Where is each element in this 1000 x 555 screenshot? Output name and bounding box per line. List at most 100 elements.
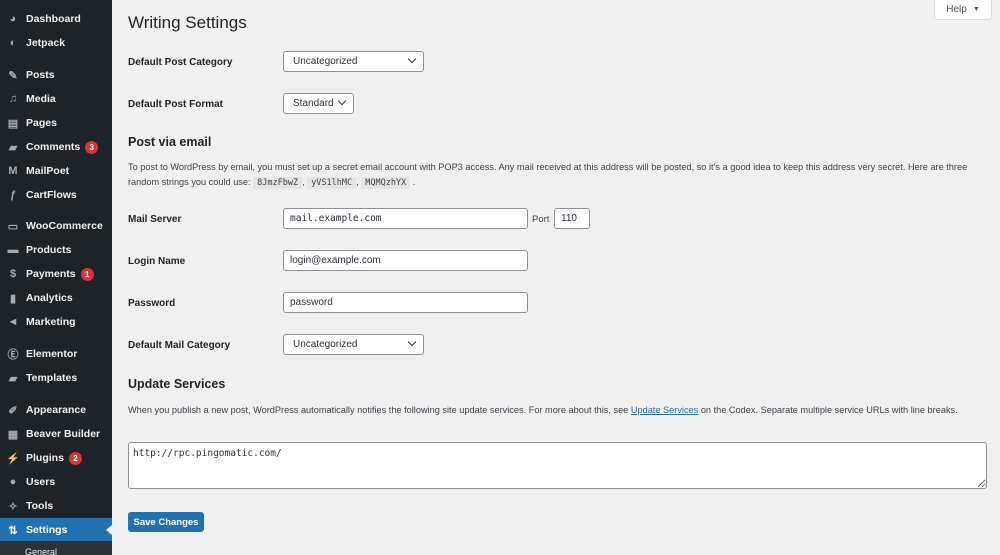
sidebar-item-marketing[interactable]: ◄ Marketing: [0, 310, 112, 334]
update-services-description: When you publish a new post, WordPress a…: [128, 403, 990, 418]
random-string: 8JmzFbwZ: [253, 177, 303, 189]
sidebar-item-label: Plugins: [26, 452, 64, 464]
update-services-textarea[interactable]: http://rpc.pingomatic.com/: [128, 442, 987, 489]
comment-icon: ▰: [8, 141, 18, 154]
sidebar-item-woocommerce[interactable]: ▭ WooCommerce: [0, 214, 112, 238]
password-input[interactable]: password: [283, 292, 528, 313]
default-mail-category-label: Default Mail Category: [128, 340, 231, 351]
random-string: yVS1lhMC: [307, 177, 357, 189]
sidebar-item-plugins[interactable]: ⚡ Plugins 2: [0, 446, 112, 470]
help-label: Help: [946, 4, 967, 15]
submenu-item-general[interactable]: General: [0, 541, 112, 555]
sidebar-item-label: Products: [26, 244, 72, 256]
sidebar-item-jetpack[interactable]: ◐ Jetpack: [0, 31, 112, 55]
chevron-down-icon: [407, 337, 417, 347]
save-changes-button[interactable]: Save Changes: [128, 512, 204, 532]
cartflows-icon: ƒ: [9, 189, 17, 201]
sidebar-item-label: Tools: [26, 500, 54, 512]
count-badge: 2: [68, 451, 82, 465]
media-icon: ♫: [8, 93, 18, 105]
sidebar-item-tools[interactable]: ✧ Tools: [0, 494, 112, 518]
sidebar-item-label: Analytics: [26, 292, 73, 304]
sidebar-item-analytics[interactable]: ▮ Analytics: [0, 286, 112, 310]
products-icon: ▬: [7, 244, 19, 256]
woocommerce-icon: ▭: [7, 220, 19, 233]
help-button[interactable]: Help ▼: [934, 0, 992, 20]
bar-chart-icon: ▮: [9, 292, 17, 305]
sidebar-item-label: MailPoet: [26, 165, 70, 177]
post-via-email-heading: Post via email: [128, 135, 212, 149]
sidebar-item-elementor[interactable]: Ⓔ Elementor: [0, 342, 112, 366]
sidebar-item-label: Templates: [26, 372, 78, 384]
sidebar-item-comments[interactable]: ▰ Comments 3: [0, 135, 112, 159]
default-mail-category-select[interactable]: Uncategorized: [283, 334, 424, 355]
default-post-category-value: Uncategorized: [293, 56, 358, 67]
sidebar-item-label: Settings: [26, 524, 68, 536]
default-mail-category-value: Uncategorized: [293, 339, 358, 350]
sidebar-item-payments[interactable]: $ Payments 1: [0, 262, 112, 286]
payments-icon: $: [9, 268, 17, 280]
default-post-format-select[interactable]: Standard: [283, 93, 354, 114]
plug-icon: ⚡: [6, 452, 20, 465]
sidebar-item-label: Beaver Builder: [26, 428, 101, 440]
chevron-down-icon: [407, 54, 417, 64]
sidebar-item-users[interactable]: ● Users: [0, 470, 112, 494]
sidebar-item-label: CartFlows: [26, 189, 77, 201]
sidebar-item-products[interactable]: ▬ Products: [0, 238, 112, 262]
sidebar-item-cartflows[interactable]: ƒ CartFlows: [0, 183, 112, 207]
sidebar-item-posts[interactable]: ✎ Posts: [0, 63, 112, 87]
default-post-category-label: Default Post Category: [128, 57, 233, 68]
sidebar-item-label: Payments: [26, 268, 76, 280]
chevron-down-icon: [337, 96, 347, 106]
sidebar-item-label: Elementor: [26, 348, 78, 360]
port-input[interactable]: 110: [554, 208, 590, 229]
sidebar-item-beaver-builder[interactable]: ▦ Beaver Builder: [0, 422, 112, 446]
sidebar-item-label: Posts: [26, 69, 55, 81]
sidebar-item-label: Media: [26, 93, 56, 105]
sidebar-item-label: Pages: [26, 117, 57, 129]
default-post-format-value: Standard: [293, 98, 334, 109]
default-post-category-select[interactable]: Uncategorized: [283, 51, 424, 72]
sidebar-item-media[interactable]: ♫ Media: [0, 87, 112, 111]
sidebar-item-pages[interactable]: ▤ Pages: [0, 111, 112, 135]
sidebar-item-label: Jetpack: [26, 37, 66, 49]
sidebar-item-mailpoet[interactable]: M MailPoet: [0, 159, 112, 183]
sidebar-item-label: Users: [26, 476, 56, 488]
sidebar-item-templates[interactable]: ▰ Templates: [0, 366, 112, 390]
jetpack-icon: ◐: [9, 37, 17, 49]
folder-icon: ▰: [8, 372, 18, 385]
admin-sidebar: ◕ Dashboard ◐ Jetpack ✎ Posts ♫ Media ▤ Pages ▰ Com…: [0, 0, 112, 555]
mailpoet-icon: M: [8, 165, 18, 177]
count-badge: 1: [80, 267, 94, 281]
dashboard-icon: ◕: [9, 13, 17, 25]
wrench-icon: ✧: [8, 500, 18, 513]
page-title: Writing Settings: [128, 13, 247, 32]
random-string: MQMQzhYX: [361, 177, 411, 189]
mail-server-label: Mail Server: [128, 214, 182, 225]
beaver-builder-icon: ▦: [7, 428, 19, 441]
settings-icon: ⇅: [8, 524, 18, 537]
port-label: Port: [532, 214, 550, 225]
update-services-heading: Update Services: [128, 377, 226, 391]
mail-server-input[interactable]: mail.example.com: [283, 208, 528, 229]
update-services-link[interactable]: Update Services: [631, 405, 698, 415]
password-label: Password: [128, 298, 176, 309]
pages-icon: ▤: [7, 117, 19, 130]
default-post-format-label: Default Post Format: [128, 99, 224, 110]
sidebar-item-label: Comments: [26, 141, 81, 153]
login-name-input[interactable]: login@example.com: [283, 250, 528, 271]
sidebar-item-appearance[interactable]: ✐ Appearance: [0, 398, 112, 422]
elementor-icon: Ⓔ: [7, 349, 19, 361]
post-via-email-description: To post to WordPress by email, you must …: [128, 162, 968, 189]
paintbrush-icon: ✐: [8, 404, 18, 417]
user-icon: ●: [9, 476, 17, 488]
sidebar-item-label: Dashboard: [26, 13, 81, 25]
description-text: on the Codex. Separate multiple service …: [698, 405, 958, 415]
description-text: When you publish a new post, WordPress a…: [128, 405, 631, 415]
login-name-label: Login Name: [128, 256, 186, 267]
sidebar-item-settings[interactable]: ⇅ Settings: [0, 518, 112, 542]
megaphone-icon: ◄: [7, 316, 19, 328]
sidebar-item-label: WooCommerce: [26, 220, 103, 232]
sidebar-item-dashboard[interactable]: ◕ Dashboard: [0, 7, 112, 31]
count-badge: 3: [85, 140, 99, 154]
